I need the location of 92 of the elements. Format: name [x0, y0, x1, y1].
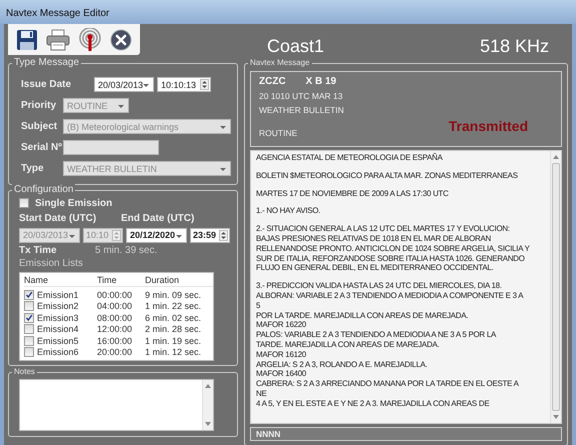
message-line: PALOS: VARIABLE 2 A 3 TENDIENDO A MEDIODIA A NE 3 A 5 POR LA [256, 330, 498, 340]
field-label: Serial Nº [21, 142, 63, 153]
table-cell: 1 min. 22 sec. [145, 301, 202, 312]
table-cell-text: 08:00:00 [97, 312, 134, 323]
column-header: Duration [145, 275, 180, 285]
message-line: AGENCIA ESTATAL DE METEOROLOGIA DE ESPAÑA [256, 153, 444, 163]
column-header: Time [97, 275, 118, 285]
group-title: Configuration [12, 184, 76, 196]
message-line: FLUJO EN GENERAL DEBIL, EN EL MEDITERRANEO OCCIDENTAL. [256, 263, 494, 274]
message-line: 1.- NO HAY AVISO. [256, 206, 322, 216]
table-cell: 6 min. 02 sec. [145, 312, 202, 323]
checkbox-label: Single Emission [35, 198, 112, 208]
message-line: TARDE. MAREJADILLA CON AREAS DE MAREJADA. [256, 340, 440, 350]
emission-name: Emission6 [37, 347, 79, 358]
table-cell-text: 12:00:00 [97, 324, 134, 334]
message-line: BOLETIN $METEOROLOGICO PARA ALTA MAR. ZONAS MEDITERRANEAS [256, 170, 519, 181]
message-line: MAFOR 16220 [256, 320, 308, 330]
spinner-icon[interactable] [200, 79, 209, 90]
save-icon[interactable] [16, 28, 38, 50]
message-type: WEATHER BULLETIN [259, 105, 345, 115]
table-cell: 2 min. 28 sec. [145, 324, 202, 334]
message-line: BAJAS PRESIONES RELATIVAS DE 1018 EN EL MAR DE ALBORAN [256, 234, 492, 244]
status-text: Transmitted [448, 118, 528, 134]
close-icon[interactable] [110, 28, 132, 50]
table-cell-text: 20:00:00 [97, 347, 134, 358]
field-label: End Date (UTC) [121, 213, 194, 224]
spinner-icon[interactable] [219, 230, 228, 240]
message-id: X B 19 [306, 76, 336, 87]
message-line: POR LA TARDE. MAREJADILLA CON AREAS DE MAREJADA. [256, 310, 470, 320]
column-header: Name [24, 275, 50, 285]
message-line: MAFOR 16400 [256, 369, 308, 380]
field-label: Priority [21, 100, 58, 111]
scroll-up-arrow-icon[interactable] [553, 155, 559, 159]
message-line: CABRERA: S 2 A 3 ARRECIANDO MANANA POR LA TARDE EN EL OESTE A [256, 379, 520, 389]
checkbox[interactable] [24, 301, 34, 312]
emission-name: Emission2 [37, 301, 79, 312]
group-title: Type Message [12, 57, 82, 69]
checkbox[interactable] [24, 290, 34, 300]
message-line: 5 [256, 300, 262, 311]
antenna-icon[interactable] [78, 28, 102, 52]
emission-name: Emission4 [37, 324, 79, 334]
emission-name: Emission5 [37, 336, 79, 346]
station-title: Coast1 [267, 36, 324, 57]
scrollbar[interactable] [202, 380, 213, 430]
message-line: MAFOR 16120 [256, 350, 308, 360]
scroll-down-arrow-icon[interactable] [205, 422, 211, 426]
checkbox[interactable] [24, 324, 34, 334]
table-cell-text: 04:00:00 [97, 301, 134, 312]
tx-time-value: 5 min. 39 sec. [95, 245, 158, 256]
message-line: ARGELIA: S 2 A 3, ROLANDO A E. MAREJADILLA. [256, 360, 428, 370]
message-datetime: 20 1010 UTC MAR 13 [259, 91, 344, 101]
table-cell: 1 min. 19 sec. [145, 336, 202, 346]
message-line: MARTES 17 DE NOVIEMBRE DE 2009 A LAS 17:30 UTC [256, 188, 450, 198]
message-body-field[interactable] [250, 150, 562, 424]
scrollbar[interactable] [550, 151, 561, 423]
table-cell: 9 min. 09 sec. [145, 290, 202, 300]
checkbox[interactable] [24, 347, 34, 358]
message-line: 3.- PREDICCION VALIDA HASTA LAS 24 UTC DEL MIERCOLES, DIA 18. [256, 281, 503, 291]
preamble-text: ZCZC [259, 76, 286, 87]
message-line: NE [256, 388, 268, 399]
field-label: Subject [21, 121, 58, 132]
group-title: Navtex Message [248, 57, 312, 69]
checkbox[interactable] [24, 336, 34, 346]
table-cell: 1 min. 12 sec. [145, 347, 202, 358]
message-line: RELLENANDOSE PRONTO. ANTICICLON DE 1024 SOBRE ARGELIA, SICILIA Y [256, 244, 530, 254]
message-footer: NNNN [256, 429, 281, 439]
frequency-title: 518 KHz [480, 36, 549, 57]
time-field[interactable]: 23:59 [190, 228, 230, 242]
field-label: Issue Date [21, 79, 72, 90]
field-label: Type [21, 163, 45, 174]
checkbox[interactable] [19, 198, 29, 208]
message-line: SUR DE ITALIA, REFORZANDOSE SOBRE ITALIA HASTA 1026. GENERANDO [256, 254, 526, 264]
window-title: Navtex Message Editor [6, 8, 110, 19]
scroll-up-arrow-icon[interactable] [205, 384, 211, 388]
date-field[interactable]: 20/12/2020 [126, 228, 187, 242]
table-cell-text: 00:00:00 [97, 290, 134, 300]
message-line: ALBORAN: VARIABLE 2 A 3 TENDIENDO A MEDIODIA A COMPONENTE E 3 A [256, 290, 524, 301]
checkbox[interactable] [24, 312, 34, 323]
scroll-down-arrow-icon[interactable] [553, 415, 559, 419]
emission-name: Emission3 [37, 312, 79, 323]
section-label: Emission Lists [19, 258, 83, 269]
notes-field[interactable] [19, 379, 214, 431]
time-field[interactable]: 10:10:13 [157, 77, 211, 92]
message-line: 4 A 5, Y EN EL ESTE A E Y NE 2 A 3. MAREJADILLA CON AREAS DE [256, 398, 490, 409]
table-cell-text: 16:00:00 [97, 336, 134, 346]
field-label: Tx Time [19, 245, 58, 256]
printer-icon[interactable] [46, 28, 70, 50]
emission-name: Emission1 [37, 290, 79, 300]
date-field[interactable]: 20/03/2013 [94, 77, 154, 92]
message-priority: ROUTINE [259, 128, 298, 138]
message-line: 2.- SITUACION GENERAL A LAS 12 UTC DEL MARTES 17 Y EVOLUCION: [256, 224, 511, 234]
field-label: Start Date (UTC) [19, 213, 98, 224]
